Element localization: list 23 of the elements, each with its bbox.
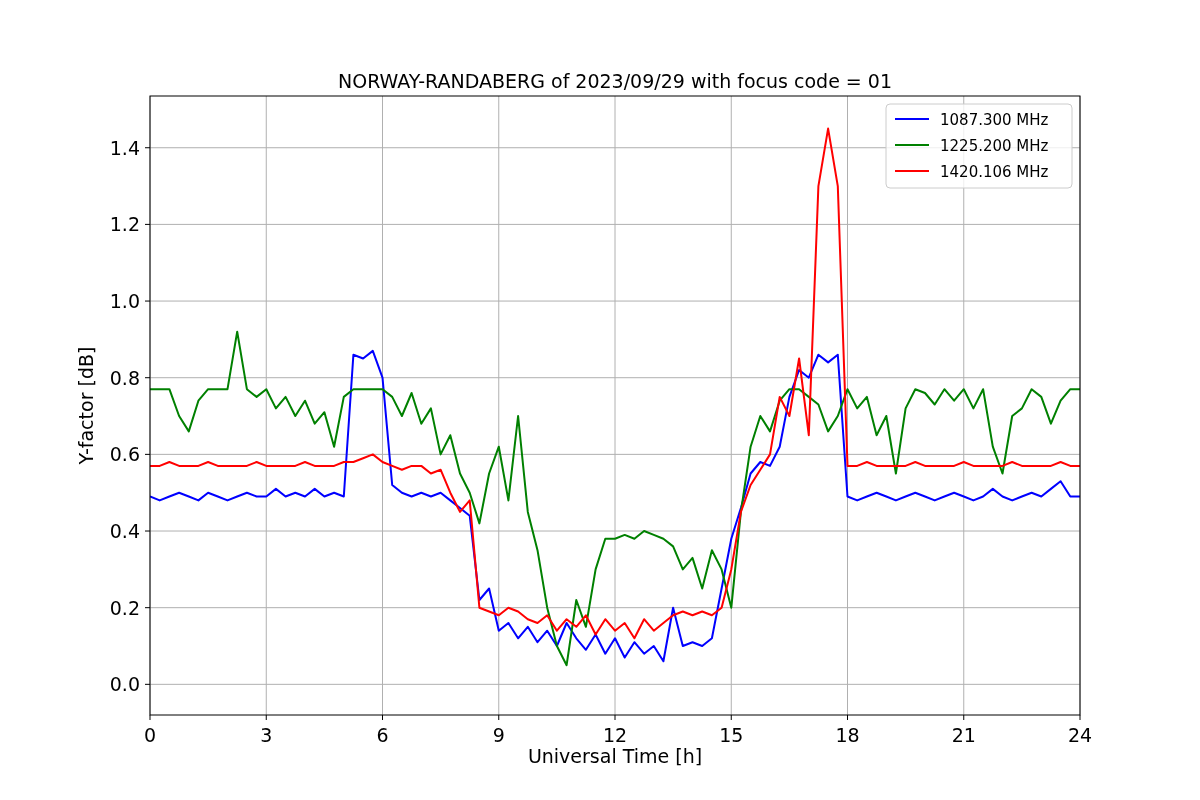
tick-label: 0.8: [109, 366, 140, 389]
tick-label: 1.0: [109, 290, 140, 313]
tick-label: 0: [143, 724, 157, 746]
tick-label: 0.6: [109, 443, 140, 466]
tick-label: 9: [492, 724, 505, 746]
legend-label: 1225.200 MHz: [940, 137, 1049, 155]
axis-label: Universal Time [h]: [527, 745, 703, 767]
axis-label: Y-factor [dB]: [75, 346, 97, 465]
tick-label: 0.4: [109, 520, 140, 542]
tick-label: 0.2: [109, 596, 140, 619]
legend-label: 1087.300 MHz: [940, 111, 1049, 129]
tick-label: 6: [376, 724, 389, 746]
tick-label: 18: [835, 724, 860, 746]
tick-label: 1.2: [109, 213, 140, 236]
tick-label: 3: [260, 724, 273, 746]
legend-label: 1420.106 MHz: [940, 163, 1049, 181]
tick-label: 12: [602, 724, 628, 746]
tick-label: 15: [719, 724, 744, 746]
chart-title: NORWAY-RANDABERG of 2023/09/29 with focus code = 01: [338, 70, 892, 92]
tick-label: 21: [951, 724, 976, 746]
tick-label: 0.0: [109, 673, 140, 696]
tick-label: 1.4: [109, 136, 140, 159]
tick-label: 24: [1067, 724, 1093, 746]
